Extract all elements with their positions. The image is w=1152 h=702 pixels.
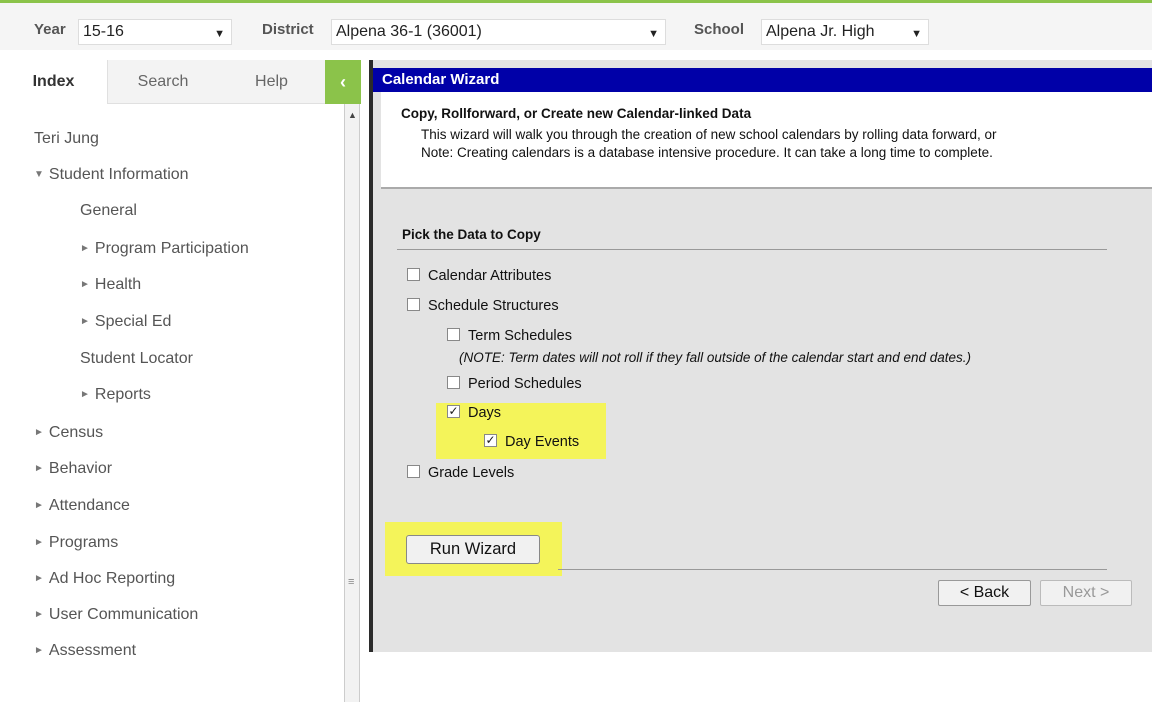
school-label: School (694, 21, 745, 38)
option-label: Calendar Attributes (428, 268, 552, 284)
checkbox[interactable] (407, 267, 420, 281)
option-label: Day Events (505, 434, 580, 450)
scroll-up-arrow-icon[interactable]: ▲ (348, 110, 357, 120)
sidebar-item-label: Ad Hoc Reporting (48, 570, 176, 587)
sidebar-item-label: Health (94, 276, 142, 293)
checkbox-checked[interactable]: ✓ (484, 433, 497, 447)
sidebar-item-label: Census (48, 424, 104, 441)
footer-divider (558, 569, 1107, 570)
sidebar-item-general[interactable]: General (80, 202, 137, 220)
sidebar-item-label: Behavior (48, 460, 113, 477)
district-select[interactable]: Alpena 36-1 (36001) ▼ (331, 19, 666, 45)
sidebar-item-label: Special Ed (94, 313, 172, 330)
checkbox[interactable] (447, 375, 460, 389)
sidebar-item-label: Programs (48, 534, 119, 551)
user-name: Teri Jung (34, 130, 99, 147)
intro-note: Note: Creating calendars is a database i… (421, 145, 993, 160)
district-value: Alpena 36-1 (36001) (336, 23, 482, 40)
district-label: District (262, 21, 314, 38)
sidebar-item-special-ed[interactable]: ► Special Ed (80, 313, 171, 331)
page-title: Calendar Wizard (373, 68, 1152, 92)
scroll-grip-icon[interactable]: ≡ (348, 576, 354, 588)
chevron-down-icon: ▼ (648, 28, 659, 40)
option-label: Schedule Structures (428, 298, 559, 314)
sidebar-item-health[interactable]: ► Health (80, 276, 141, 294)
tab-help[interactable]: Help (218, 60, 325, 104)
checkbox[interactable] (407, 464, 420, 478)
sidebar-item-user-communication[interactable]: ► User Communication (34, 606, 198, 624)
triangle-right-icon: ► (34, 573, 44, 584)
nav-tabs: Index Search Help (0, 60, 372, 104)
triangle-right-icon: ► (80, 316, 90, 327)
sidebar-item-student-locator[interactable]: Student Locator (80, 350, 193, 368)
option-term-schedules[interactable]: Term Schedules (447, 327, 572, 344)
intro-box: Copy, Rollforward, or Create new Calenda… (381, 92, 1152, 189)
sidebar-item-label: General (80, 202, 137, 219)
next-button[interactable]: Next > (1040, 580, 1132, 606)
sidebar-item-program-participation[interactable]: ► Program Participation (80, 240, 249, 258)
year-value: 15-16 (83, 23, 124, 40)
chevron-down-icon: ▼ (214, 28, 225, 40)
option-days[interactable]: ✓ Days (447, 404, 502, 421)
sidebar-scrollbar[interactable]: ▲ ≡ (344, 104, 360, 702)
left-navigation-panel: Index Search Help ‹ Teri Jung ▼ Student I… (0, 50, 372, 702)
checkbox[interactable] (407, 297, 420, 311)
sidebar-item-assessment[interactable]: ► Assessment (34, 642, 136, 660)
option-label: Days (468, 405, 502, 421)
checkbox[interactable] (447, 327, 460, 341)
triangle-right-icon: ► (80, 243, 90, 254)
back-button[interactable]: < Back (938, 580, 1031, 606)
sidebar-item-student-information[interactable]: ▼ Student Information (34, 166, 189, 184)
run-wizard-button[interactable]: Run Wizard (406, 535, 540, 564)
option-calendar-attributes[interactable]: Calendar Attributes (407, 267, 552, 284)
sidebar-item-label: User Communication (48, 606, 199, 623)
intro-description: This wizard will walk you through the cr… (421, 127, 997, 142)
section-title: Pick the Data to Copy (402, 227, 541, 242)
option-schedule-structures[interactable]: Schedule Structures (407, 297, 559, 314)
term-note: (NOTE: Term dates will not roll if they … (459, 350, 971, 365)
sidebar-item-label: Assessment (48, 642, 137, 659)
school-value: Alpena Jr. High (766, 23, 875, 40)
triangle-down-icon: ▼ (34, 169, 44, 180)
top-context-bar: Year 15-16 ▼ District Alpena 36-1 (36001… (0, 0, 1152, 50)
triangle-right-icon: ► (80, 389, 90, 400)
section-divider (397, 249, 1107, 250)
sidebar-item-census[interactable]: ► Census (34, 424, 103, 442)
sidebar-item-label: Student Locator (80, 350, 193, 367)
triangle-right-icon: ► (34, 500, 44, 511)
option-label: Grade Levels (428, 465, 515, 481)
sidebar-item-behavior[interactable]: ► Behavior (34, 460, 112, 478)
sidebar-item-label: Program Participation (94, 240, 249, 257)
tab-search[interactable]: Search (108, 60, 218, 104)
collapse-panel-button[interactable]: ‹ (325, 60, 361, 104)
sidebar-item-label: Attendance (48, 497, 130, 514)
intro-title: Copy, Rollforward, or Create new Calenda… (401, 106, 752, 121)
chevron-down-icon: ▼ (911, 28, 922, 40)
tab-index[interactable]: Index (0, 60, 108, 104)
checkbox-checked[interactable]: ✓ (447, 404, 460, 418)
triangle-right-icon: ► (34, 645, 44, 656)
option-day-events[interactable]: ✓ Day Events (484, 433, 580, 450)
sidebar-item-reports[interactable]: ► Reports (80, 386, 151, 404)
sidebar-item-attendance[interactable]: ► Attendance (34, 497, 130, 515)
triangle-right-icon: ► (34, 609, 44, 620)
sidebar-item-label: Student Information (48, 166, 189, 183)
year-label: Year (34, 21, 66, 38)
school-select[interactable]: Alpena Jr. High ▼ (761, 19, 929, 45)
triangle-right-icon: ► (80, 279, 90, 290)
year-select[interactable]: 15-16 ▼ (78, 19, 232, 45)
sidebar-item-label: Reports (94, 386, 151, 403)
sidebar-item-programs[interactable]: ► Programs (34, 534, 118, 552)
option-period-schedules[interactable]: Period Schedules (447, 375, 582, 392)
option-grade-levels[interactable]: Grade Levels (407, 464, 515, 481)
option-label: Term Schedules (468, 328, 572, 344)
triangle-right-icon: ► (34, 537, 44, 548)
option-label: Period Schedules (468, 376, 582, 392)
calendar-wizard-panel: Calendar Wizard Copy, Rollforward, or Cr… (373, 60, 1152, 652)
triangle-right-icon: ► (34, 427, 44, 438)
triangle-right-icon: ► (34, 463, 44, 474)
sidebar-item-ad-hoc-reporting[interactable]: ► Ad Hoc Reporting (34, 570, 175, 588)
